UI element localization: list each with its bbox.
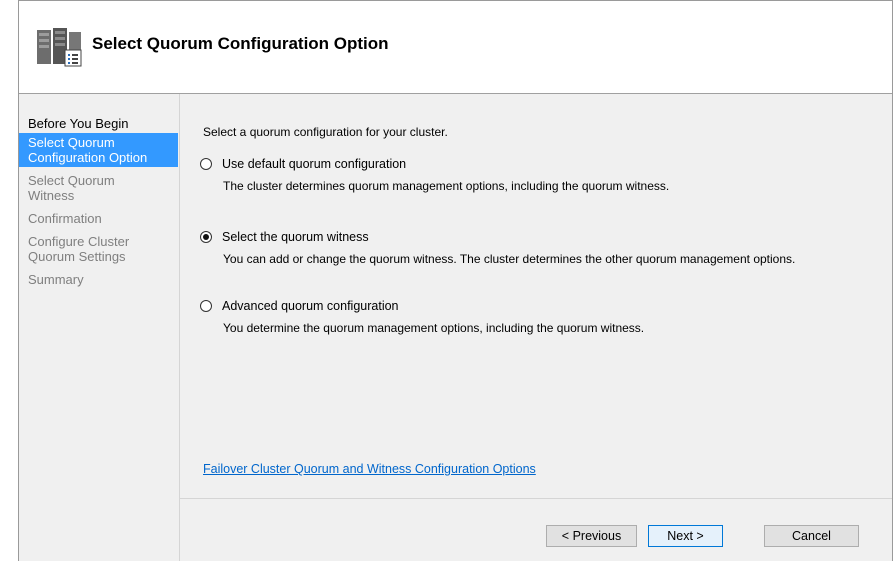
- server-cluster-icon: [35, 26, 87, 70]
- radio-select-witness[interactable]: [200, 231, 212, 243]
- radio-default-row[interactable]: Use default quorum configuration: [200, 157, 863, 171]
- option-label[interactable]: Select the quorum witness: [222, 230, 369, 244]
- wizard-content: Select a quorum configuration for your c…: [180, 94, 892, 499]
- cancel-button[interactable]: Cancel: [764, 525, 859, 547]
- wizard-header: Select Quorum Configuration Option: [19, 1, 892, 93]
- step-select-quorum-configuration-option[interactable]: Select Quorum Configuration Option: [19, 133, 178, 167]
- wizard-window: Select Quorum Configuration Option Befor…: [18, 0, 893, 561]
- intro-text: Select a quorum configuration for your c…: [203, 125, 448, 139]
- radio-default-quorum[interactable]: [200, 158, 212, 170]
- previous-button[interactable]: < Previous: [546, 525, 637, 547]
- wizard-footer: < Previous Next > Cancel: [180, 498, 892, 561]
- option-description: The cluster determines quorum management…: [223, 179, 670, 193]
- page-title: Select Quorum Configuration Option: [92, 34, 389, 53]
- option-description: You can add or change the quorum witness…: [223, 252, 796, 266]
- option-label[interactable]: Advanced quorum configuration: [222, 299, 399, 313]
- wizard-steps-sidebar: Before You Begin Select Quorum Configura…: [19, 94, 180, 561]
- help-link[interactable]: Failover Cluster Quorum and Witness Conf…: [203, 462, 536, 476]
- radio-advanced-quorum[interactable]: [200, 300, 212, 312]
- step-summary[interactable]: Summary: [19, 270, 179, 289]
- option-advanced-quorum: Advanced quorum configuration You determ…: [200, 299, 863, 335]
- step-before-you-begin[interactable]: Before You Begin: [19, 114, 179, 133]
- option-label[interactable]: Use default quorum configuration: [222, 157, 406, 171]
- next-button[interactable]: Next >: [648, 525, 723, 547]
- step-confirmation[interactable]: Confirmation: [19, 209, 179, 228]
- option-description: You determine the quorum management opti…: [223, 321, 645, 335]
- radio-witness-row[interactable]: Select the quorum witness: [200, 230, 863, 244]
- step-configure-cluster-quorum-settings[interactable]: Configure Cluster Quorum Settings: [19, 232, 148, 266]
- step-select-quorum-witness[interactable]: Select Quorum Witness: [19, 171, 138, 205]
- option-select-witness: Select the quorum witness You can add or…: [200, 230, 863, 266]
- option-default-quorum: Use default quorum configuration The clu…: [200, 157, 863, 193]
- radio-advanced-row[interactable]: Advanced quorum configuration: [200, 299, 863, 313]
